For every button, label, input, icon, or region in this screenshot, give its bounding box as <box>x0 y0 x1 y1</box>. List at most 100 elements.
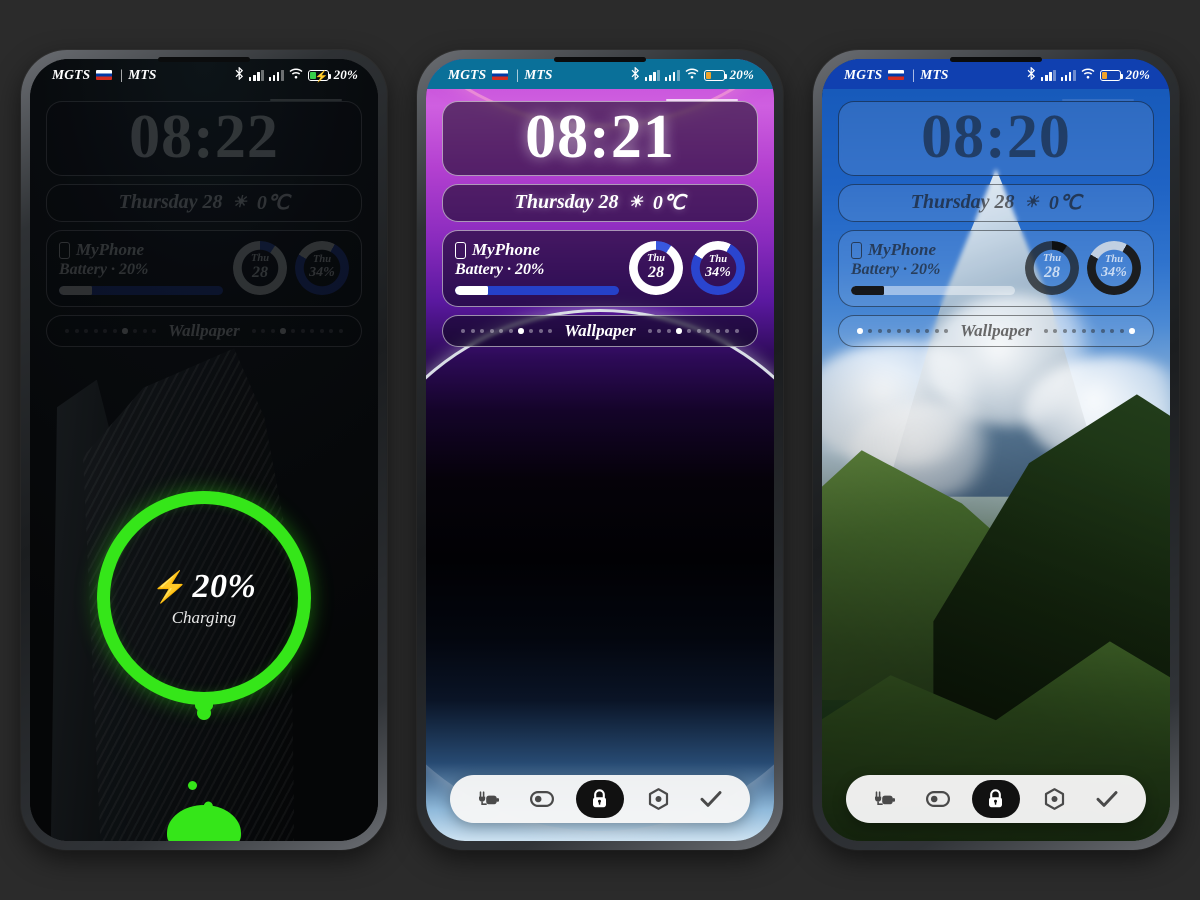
gauge-percent-top: Thu <box>708 253 728 265</box>
russia-flag-icon <box>96 70 113 80</box>
carrier-secondary: MTS <box>920 67 949 82</box>
charger-plug-icon[interactable] <box>866 780 904 818</box>
battery-widget[interactable]: MyPhone Battery · 20% Thu 28 Thu 34% <box>46 230 362 308</box>
wallpaper-dots-left <box>851 328 949 334</box>
status-bar: MGTS | MTS ⚡ 20% <box>30 59 378 89</box>
check-icon[interactable] <box>692 780 730 818</box>
widget-stack: 08:20 Thursday 28 ☀ 0℃ MyPhone Battery ·… <box>822 89 1170 348</box>
carrier-separator: | <box>515 67 520 82</box>
date-weather-widget[interactable]: Thursday 28 ☀ 0℃ <box>46 184 362 223</box>
phone-glyph-icon <box>59 241 70 259</box>
clock-time: 08:20 <box>921 103 1071 171</box>
battery-progress-bar <box>455 286 619 296</box>
phone-2-screen[interactable]: MGTS | MTS 20% 08:21 Thursday 28 ☀ 0℃ My… <box>426 59 774 841</box>
charging-percent: ⚡ 20% <box>152 568 257 606</box>
clock-widget[interactable]: 08:21 <box>442 101 758 177</box>
gauge-percent-value: 34% <box>1101 265 1127 281</box>
gauge-percent[interactable]: Thu 34% <box>295 240 349 295</box>
signal-bars-sim1-icon <box>644 69 660 81</box>
charging-overlay: ⚡ 20% Charging <box>97 491 311 712</box>
notification-sliver <box>270 99 342 101</box>
lock-icon[interactable] <box>575 780 624 818</box>
gauge-date[interactable]: Thu 28 <box>1025 240 1079 295</box>
phone-showcase-stage: MGTS | MTS ⚡ 20% 08:22 Thursday 28 ☀ 0℃ … <box>0 0 1200 900</box>
status-icons: 20% <box>631 65 754 84</box>
signal-bars-sim2-icon <box>1060 69 1076 81</box>
battery-line: Battery · 20% <box>59 261 149 279</box>
carrier-label: MGTS | MTS <box>448 67 553 83</box>
date-weather-widget[interactable]: Thursday 28 ☀ 0℃ <box>442 184 758 223</box>
date-text: Thursday 28 <box>118 191 223 214</box>
carrier-separator: | <box>911 67 916 82</box>
clock-time: 08:21 <box>525 103 675 171</box>
check-icon[interactable] <box>1088 780 1126 818</box>
carrier-secondary: MTS <box>128 67 157 82</box>
gauge-group: Thu 28 Thu 34% <box>233 240 349 295</box>
status-icons: ⚡ 20% <box>235 65 358 84</box>
widget-stack: 08:22 Thursday 28 ☀ 0℃ MyPhone Battery ·… <box>30 89 378 348</box>
gauge-group: Thu 28 Thu 34% <box>629 240 745 295</box>
wifi-icon <box>289 67 303 83</box>
wallpaper-label: Wallpaper <box>564 321 636 341</box>
charging-state-label: Charging <box>171 608 237 627</box>
gauge-percent[interactable]: Thu 34% <box>1087 240 1141 295</box>
gauge-percent-value: 34% <box>705 265 731 281</box>
gauge-date[interactable]: Thu 28 <box>233 240 287 295</box>
wallpaper-widget[interactable]: Wallpaper <box>838 315 1154 348</box>
russia-flag-icon <box>888 70 905 80</box>
charging-percent-value: 20% <box>192 568 257 605</box>
date-weather-widget[interactable]: Thursday 28 ☀ 0℃ <box>838 184 1154 223</box>
signal-bars-sim1-icon <box>248 69 264 81</box>
battery-percent-label: 20% <box>1125 67 1150 82</box>
gauge-date-top: Thu <box>1042 252 1062 264</box>
carrier-primary: MGTS <box>844 67 883 82</box>
carrier-secondary: MTS <box>524 67 553 82</box>
wallpaper-label: Wallpaper <box>168 321 240 341</box>
status-bar: MGTS | MTS 20% <box>822 59 1170 89</box>
wallpaper-widget[interactable]: Wallpaper <box>442 315 758 348</box>
phone-1-screen[interactable]: MGTS | MTS ⚡ 20% 08:22 Thursday 28 ☀ 0℃ … <box>30 59 378 841</box>
clock-time: 08:22 <box>129 103 279 171</box>
device-name: MyPhone <box>868 240 936 260</box>
status-bar: MGTS | MTS 20% <box>426 59 774 89</box>
gauge-date-top: Thu <box>250 252 270 264</box>
charger-plug-icon[interactable] <box>470 780 508 818</box>
gauge-percent[interactable]: Thu 34% <box>691 240 745 295</box>
battery-widget[interactable]: MyPhone Battery · 20% Thu 28 Thu 34% <box>442 230 758 308</box>
phone-3-screen[interactable]: MGTS | MTS 20% 08:20 Thursday 28 ☀ 0℃ My… <box>822 59 1170 841</box>
weather-temp: 0℃ <box>652 192 686 215</box>
battery-widget[interactable]: MyPhone Battery · 20% Thu 28 Thu 34% <box>838 230 1154 308</box>
gauge-percent-top: Thu <box>312 253 332 265</box>
battery-percent-label: 20% <box>333 67 358 82</box>
phone-1: MGTS | MTS ⚡ 20% 08:22 Thursday 28 ☀ 0℃ … <box>21 50 387 850</box>
lock-icon[interactable] <box>971 780 1020 818</box>
clock-widget[interactable]: 08:22 <box>46 101 362 177</box>
settings-hexagon-icon[interactable] <box>639 780 677 818</box>
phone-glyph-icon <box>851 241 862 259</box>
gauge-percent-top: Thu <box>1104 253 1124 265</box>
lightning-bolt-icon: ⚡ <box>151 570 190 604</box>
carrier-label: MGTS | MTS <box>844 67 949 83</box>
bluetooth-icon <box>235 65 244 84</box>
signal-bars-sim2-icon <box>268 69 284 81</box>
weather-temp: 0℃ <box>1048 192 1082 215</box>
toggle-switch-icon[interactable] <box>523 780 561 818</box>
clock-widget[interactable]: 08:20 <box>838 101 1154 177</box>
phone-glyph-icon <box>455 241 466 259</box>
battery-line: Battery · 20% <box>851 261 941 279</box>
gauge-date[interactable]: Thu 28 <box>629 240 683 295</box>
weather-temp: 0℃ <box>256 192 290 215</box>
widget-stack: 08:21 Thursday 28 ☀ 0℃ MyPhone Battery ·… <box>426 89 774 348</box>
battery-progress-bar <box>59 286 223 296</box>
wifi-icon <box>685 67 699 83</box>
battery-line: Battery · 20% <box>455 261 545 279</box>
settings-hexagon-icon[interactable] <box>1035 780 1073 818</box>
wallpaper-dots-right <box>647 328 745 334</box>
wallpaper-dots-right <box>1043 328 1141 334</box>
wallpaper-dots-left <box>59 328 157 334</box>
toggle-switch-icon[interactable] <box>919 780 957 818</box>
wallpaper-widget[interactable]: Wallpaper <box>46 315 362 348</box>
carrier-primary: MGTS <box>52 67 91 82</box>
battery-icon: ⚡ <box>307 69 331 83</box>
bluetooth-icon <box>1027 65 1036 84</box>
